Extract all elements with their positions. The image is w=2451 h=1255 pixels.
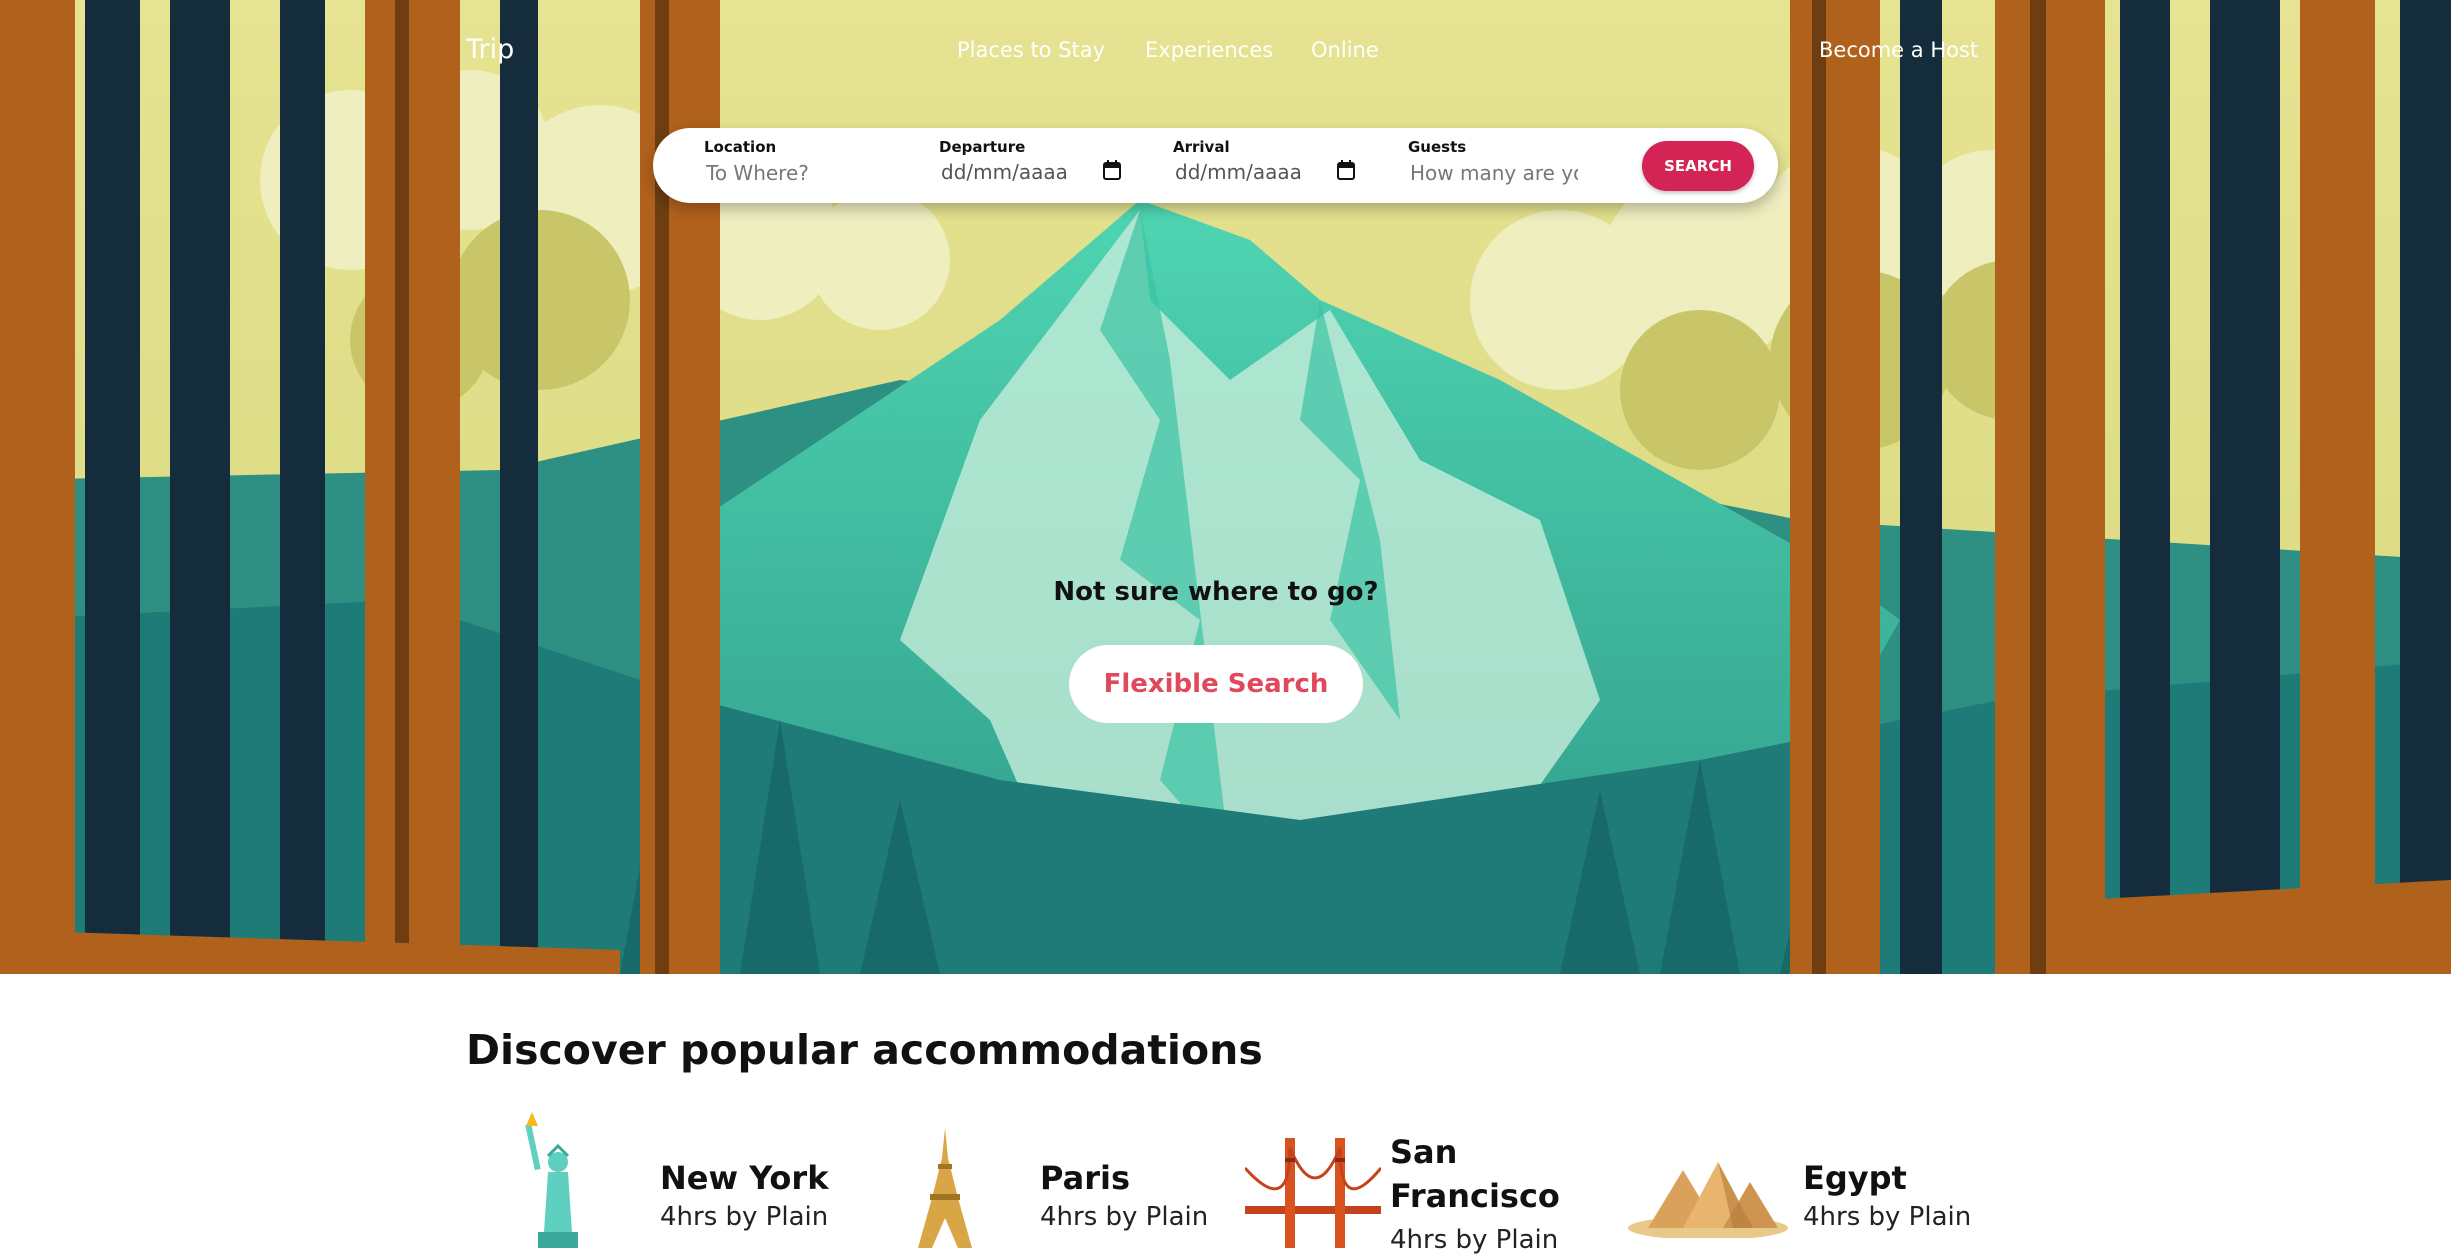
search-button[interactable]: SEARCH (1642, 141, 1754, 191)
calendar-icon[interactable] (1337, 160, 1355, 180)
nav-link-experiences[interactable]: Experiences (1145, 38, 1273, 62)
guests-field: Guests (1408, 138, 1608, 196)
accommodations-title: Discover popular accommodations (466, 1026, 1263, 1074)
card-city-name: Paris (1040, 1159, 1130, 1197)
nav-link-online[interactable]: Online (1311, 38, 1379, 62)
card-travel-time: 4hrs by Plain (1390, 1225, 1559, 1255)
card-travel-time: 4hrs by Plain (1803, 1202, 1972, 1232)
arrival-date-input[interactable]: dd/mm/aaaa (1175, 160, 1302, 184)
statue-of-liberty-icon (525, 1112, 578, 1248)
card-city-name: San Francisco (1390, 1133, 1560, 1215)
card-city-name: New York (660, 1159, 829, 1197)
location-field: Location (704, 138, 904, 196)
become-a-host-link[interactable]: Become a Host (1819, 38, 1978, 62)
calendar-icon[interactable] (1103, 160, 1121, 180)
accommodation-card-san-francisco[interactable]: San Francisco 4hrs by Plain (1245, 1108, 1585, 1255)
departure-field: Departure dd/mm/aaaa (939, 138, 1139, 196)
flexible-search-button[interactable]: Flexible Search (1069, 645, 1363, 723)
golden-gate-bridge-icon (1245, 1138, 1381, 1248)
nav-link-places-to-stay[interactable]: Places to Stay (957, 38, 1105, 62)
departure-label: Departure (939, 138, 1026, 156)
accommodation-card-paris[interactable]: Paris 4hrs by Plain (910, 1108, 1230, 1248)
accommodation-card-egypt[interactable]: Egypt 4hrs by Plain (1628, 1108, 1972, 1248)
card-travel-time: 4hrs by Plain (1040, 1202, 1209, 1232)
accommodation-card-new-york[interactable]: New York 4hrs by Plain (520, 1108, 860, 1248)
location-label: Location (704, 138, 777, 156)
card-city-name: Egypt (1803, 1159, 1907, 1197)
arrival-field: Arrival dd/mm/aaaa (1173, 138, 1373, 196)
departure-date-input[interactable]: dd/mm/aaaa (941, 160, 1068, 184)
brand-logo[interactable]: Trip (466, 34, 514, 65)
guests-input[interactable] (1410, 158, 1578, 188)
hero-banner: Trip Places to Stay Experiences Online B… (0, 0, 2451, 974)
eiffel-tower-icon (918, 1128, 972, 1248)
top-navigation: Trip Places to Stay Experiences Online B… (0, 0, 2451, 104)
location-input[interactable] (706, 158, 884, 188)
not-sure-heading: Not sure where to go? (1053, 577, 1379, 607)
guests-label: Guests (1408, 138, 1467, 156)
card-travel-time: 4hrs by Plain (660, 1202, 829, 1232)
pyramids-icon (1628, 1162, 1788, 1238)
search-bar: Location Departure dd/mm/aaaa Arrival dd… (653, 128, 1778, 203)
arrival-label: Arrival (1173, 138, 1230, 156)
